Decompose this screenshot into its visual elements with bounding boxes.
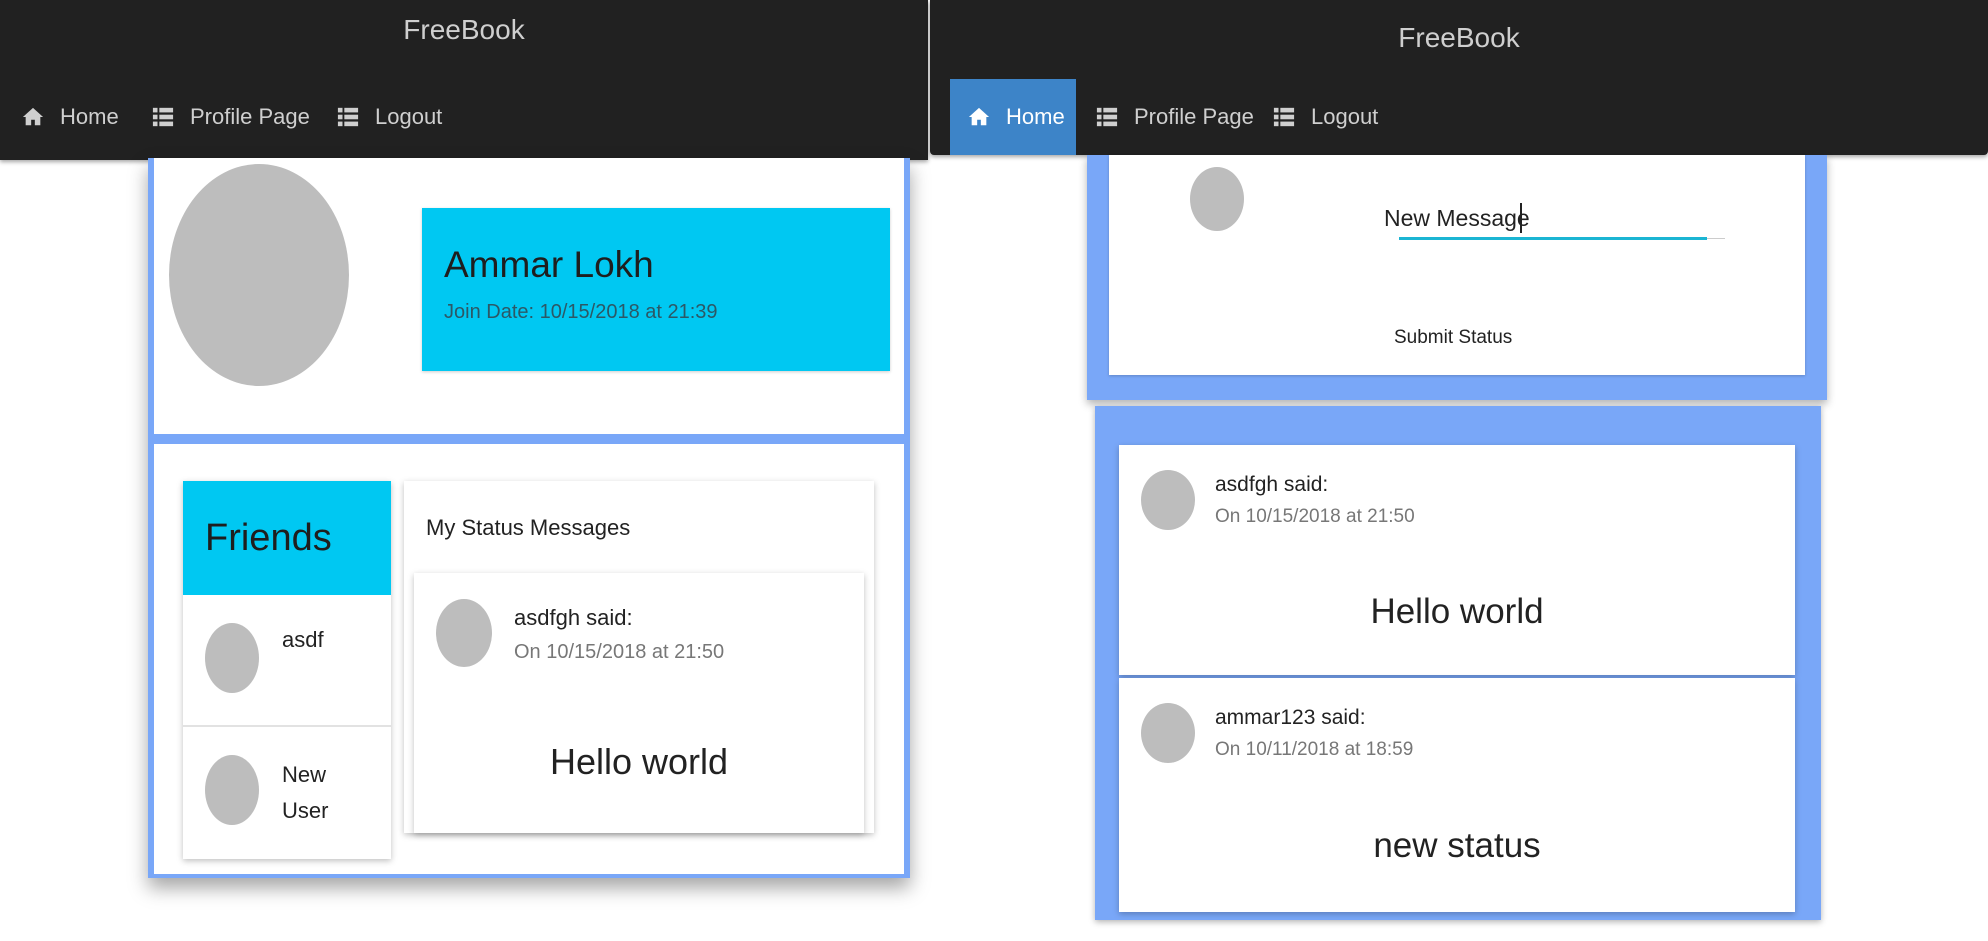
post-message: new status	[1373, 826, 1541, 865]
list-icon	[337, 107, 359, 127]
list-icon	[152, 107, 174, 127]
left-nav-profile-label: Profile Page	[190, 104, 310, 129]
friends-panel: Friends asdf New User	[183, 481, 391, 859]
profile-name: Ammar Lokh	[444, 244, 654, 285]
list-icon	[1273, 107, 1295, 127]
left-nav-home[interactable]: Home	[22, 97, 119, 137]
friend-item[interactable]: New User	[183, 727, 391, 859]
post-date: On 10/11/2018 at 18:59	[1215, 739, 1414, 760]
right-brand-title: FreeBook	[1398, 22, 1520, 53]
home-icon	[968, 107, 990, 126]
left-navbar: FreeBook Home Profile Page Logout	[0, 0, 928, 160]
profile-avatar	[169, 164, 349, 386]
profile-header: Ammar Lokh Join Date: 10/15/2018 at 21:3…	[422, 208, 890, 371]
post-message: Hello world	[1370, 592, 1544, 631]
status-input-underline	[1399, 237, 1707, 240]
left-brand-title: FreeBook	[403, 14, 525, 45]
friend-name: asdf	[282, 627, 324, 652]
left-nav-profile[interactable]: Profile Page	[152, 97, 310, 137]
friends-header: Friends	[183, 481, 391, 595]
left-nav-logout[interactable]: Logout	[337, 97, 442, 137]
post-avatar	[1141, 703, 1195, 763]
status-post: asdfgh said: On 10/15/2018 at 21:50 Hell…	[414, 573, 864, 833]
right-nav-logout-label: Logout	[1311, 104, 1379, 129]
profile-lower-card: Friends asdf New User My Status Messages…	[154, 444, 904, 874]
friend-avatar	[205, 623, 259, 693]
friends-title: Friends	[205, 517, 332, 559]
status-input[interactable]: New Message	[1384, 205, 1530, 232]
right-nav-profile-label: Profile Page	[1134, 104, 1254, 129]
right-nav-home[interactable]: Home	[950, 79, 1076, 155]
submit-status-button[interactable]: Submit Status	[1394, 327, 1512, 349]
post-avatar	[436, 599, 492, 667]
right-nav-profile[interactable]: Profile Page	[1096, 97, 1254, 137]
friend-avatar	[205, 755, 259, 825]
post-avatar	[1141, 470, 1195, 530]
status-messages-panel: My Status Messages asdfgh said: On 10/15…	[404, 481, 874, 833]
profile-join-date: Join Date: 10/15/2018 at 21:39	[444, 301, 718, 323]
list-icon	[1096, 107, 1118, 127]
feed-post: ammar123 said: On 10/11/2018 at 18:59 ne…	[1119, 678, 1795, 912]
left-nav-logout-label: Logout	[375, 104, 443, 129]
post-author: asdfgh said:	[1215, 473, 1329, 496]
post-date: On 10/15/2018 at 21:50	[1215, 506, 1415, 527]
post-message: Hello world	[549, 741, 729, 782]
left-nav-home-label: Home	[60, 104, 119, 129]
feed-post: asdfgh said: On 10/15/2018 at 21:50 Hell…	[1119, 445, 1795, 675]
friend-item[interactable]: asdf	[183, 595, 391, 727]
right-navbar: FreeBook Home Profile Page Logout	[930, 0, 1988, 155]
post-author: asdfgh said:	[514, 605, 633, 630]
right-nav-home-label: Home	[1006, 104, 1065, 129]
right-nav-logout[interactable]: Logout	[1273, 97, 1378, 137]
status-input-cursor	[1520, 203, 1522, 233]
post-author: ammar123 said:	[1215, 706, 1366, 729]
profile-card: Ammar Lokh Join Date: 10/15/2018 at 21:3…	[154, 158, 904, 434]
composer-avatar	[1190, 167, 1244, 231]
friend-name: New User	[282, 762, 329, 823]
post-date: On 10/15/2018 at 21:50	[514, 641, 725, 663]
status-input-track	[1707, 238, 1725, 239]
composer-card: New Message Submit Status	[1109, 155, 1805, 375]
status-messages-title: My Status Messages	[426, 515, 631, 540]
home-icon	[22, 107, 44, 126]
